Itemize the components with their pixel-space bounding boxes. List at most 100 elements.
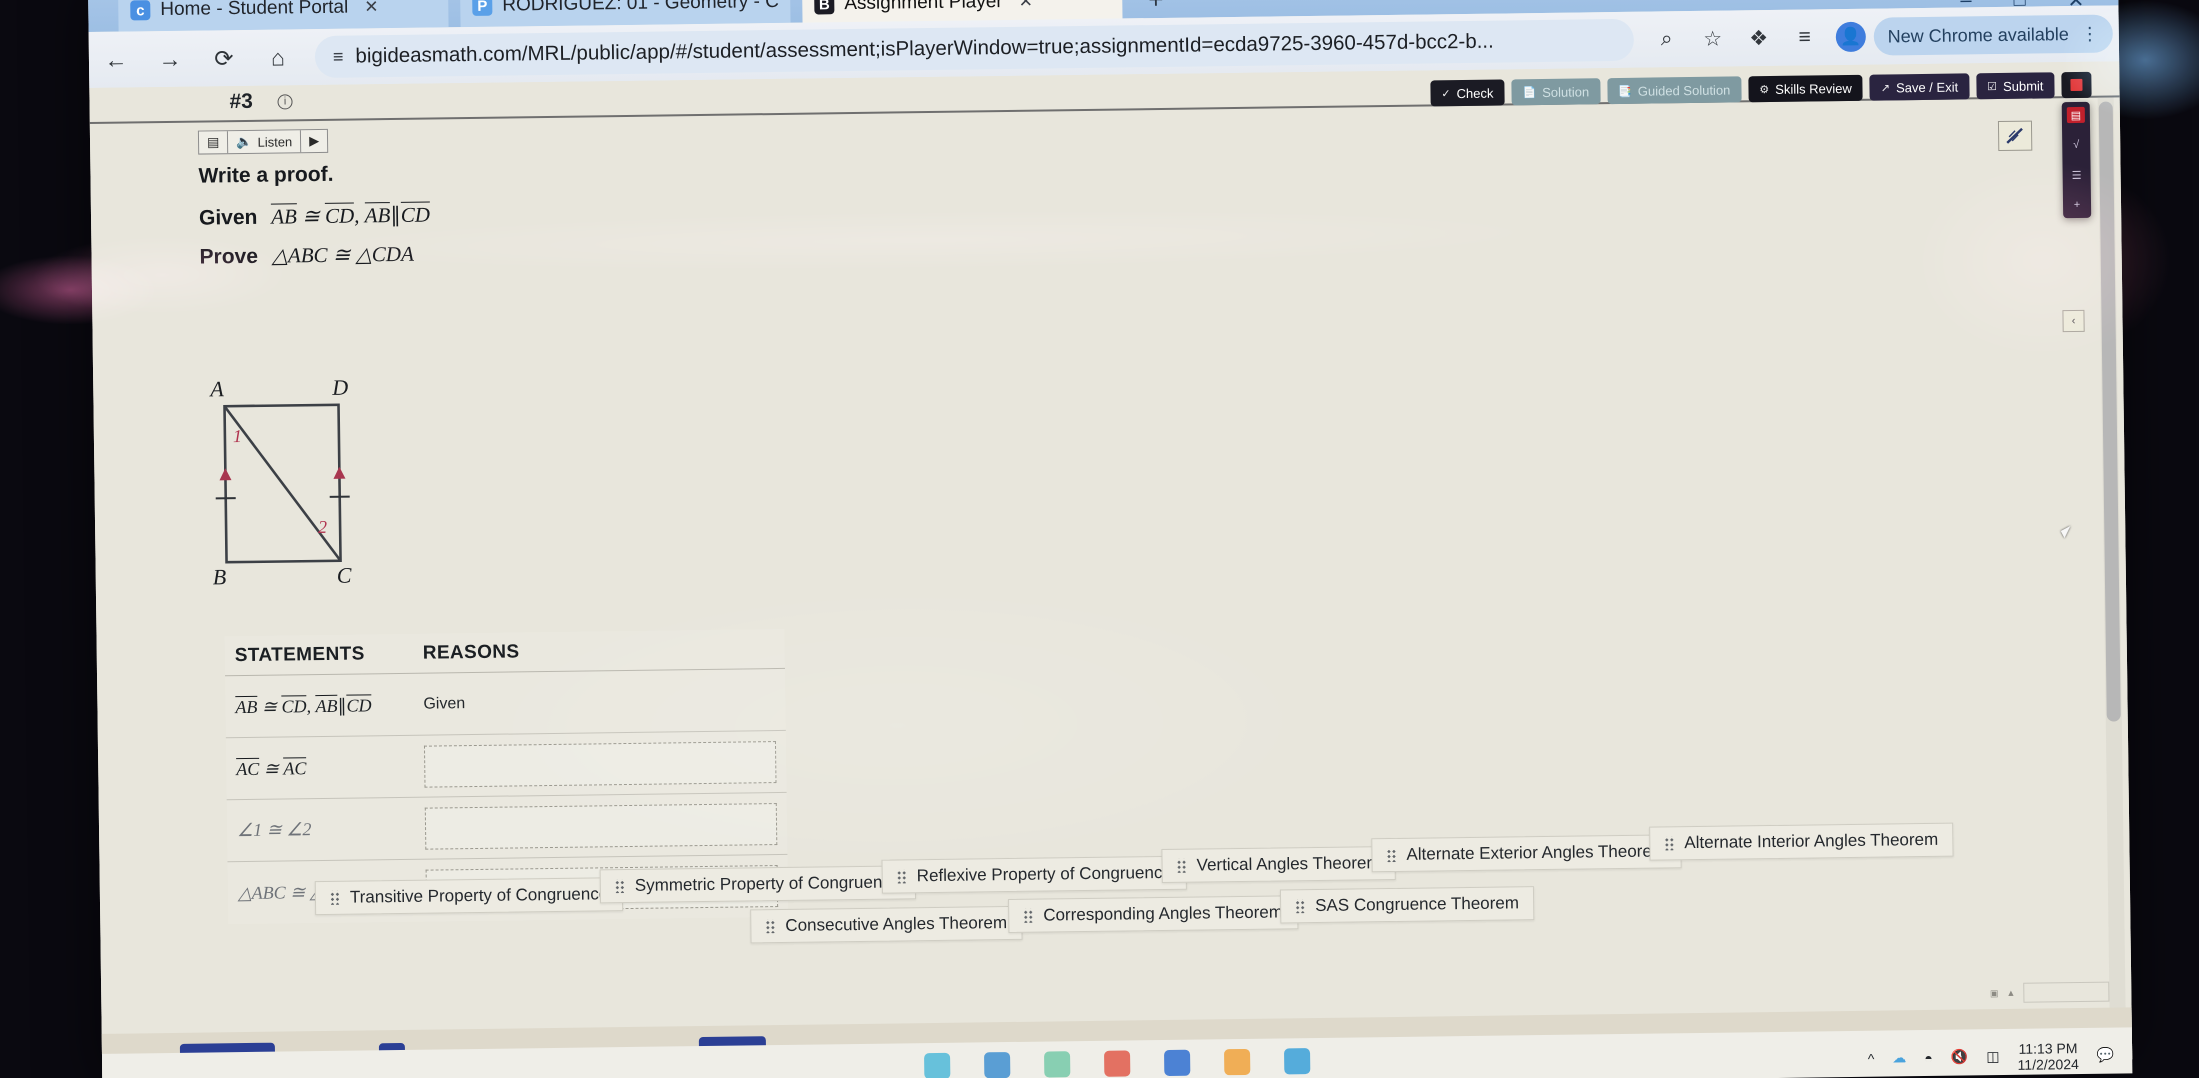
angle-label-2: 2 [317,516,328,538]
reason-dropzone[interactable] [423,740,777,788]
browser-tab-home[interactable]: c Home - Student Portal ✕ [118,0,449,32]
chrome-update-button[interactable]: New Chrome available ⋮ [1873,14,2114,56]
drag-handle-icon[interactable] [1023,908,1034,923]
chevron-up-icon[interactable]: ^ [1868,1051,1875,1067]
taskbar-app-4[interactable] [1104,1050,1131,1077]
chip-label: SAS Congruence Theorem [1315,893,1520,916]
drag-handle-icon[interactable] [896,869,907,884]
solution-button[interactable]: 📄 Solution [1511,78,1601,106]
geometry-figure: A D B C 1 2 [198,375,431,617]
clever-icon: c [130,0,151,21]
reason-dropzone[interactable] [424,802,778,850]
check-button[interactable]: ✓ Check [1430,79,1505,107]
taskbar-app-3[interactable] [1044,1051,1071,1078]
statement-text: AC ≅ AC [236,756,307,779]
home-icon[interactable]: ⌂ [251,35,306,80]
accessibility-icon: ▣ [1989,987,1999,998]
answer-chip-transitive[interactable]: Transitive Property of Congruence [314,877,624,916]
formula-icon[interactable]: √ [2067,137,2085,153]
reason-text: Given [423,694,466,713]
ruler-icon[interactable]: ☰ [2068,167,2086,183]
back-icon[interactable]: ← [89,37,144,82]
given-value: AB ≅ CD, AB∥CD [271,201,431,229]
battery-icon[interactable]: ◫ [1986,1048,1999,1065]
extensions-icon[interactable]: ❖ [1735,17,1782,60]
check-label: Check [1456,85,1494,101]
support-footer: ▣ ▲ [1989,981,2110,1004]
guided-solution-label: Guided Solution [1637,82,1731,99]
drag-handle-icon[interactable] [1295,899,1306,914]
chip-label: Alternate Exterior Angles Theorem [1406,841,1667,864]
volume-muted-icon[interactable]: 🔇 [1951,1049,1969,1066]
close-icon[interactable]: ✕ [364,0,379,17]
guided-solution-button[interactable]: 📑 Guided Solution [1606,76,1742,105]
listen-button[interactable]: 🔈 Listen [228,130,302,154]
check-icon: ✓ [1441,87,1451,100]
search-icon[interactable]: ⌕ [1643,18,1690,61]
answer-chip-vertical-angles[interactable]: Vertical Angles Theorem [1161,845,1396,884]
reload-icon[interactable]: ⟳ [197,36,252,81]
pencil-tool-button[interactable] [1997,120,2033,152]
notification-icon[interactable]: 💬 [2097,1047,2115,1064]
answer-chip-symmetric[interactable]: Symmetric Property of Congruence [599,865,916,904]
vertical-scrollbar[interactable] [2097,97,2126,1026]
avatar: 👤 [1835,21,1866,53]
taskbar-app-1[interactable] [924,1052,951,1078]
listen-menu-icon[interactable]: ▤ [198,131,229,154]
plus-icon[interactable]: + [2068,197,2086,213]
onedrive-icon[interactable]: ☁ [1892,1050,1906,1067]
submit-button[interactable]: ☑ Submit [1975,72,2055,100]
answer-chip-sas-congruence[interactable]: SAS Congruence Theorem [1279,886,1535,924]
drag-handle-icon[interactable] [1386,847,1397,863]
tab-title: RODRIGUEZ: 01 - Geometry - C [502,0,780,16]
photographed-screen: c Home - Student Portal ✕ P RODRIGUEZ: 0… [0,0,2199,1078]
scrollbar-thumb[interactable] [2098,101,2121,722]
taskbar-clock[interactable]: 11:13 PM 11/2/2024 [2017,1040,2079,1073]
given-line: Given AB ≅ CD, AB∥CD [199,201,431,231]
address-bar[interactable]: ≡ bigideasmath.com/MRL/public/app/#/stud… [314,18,1635,79]
new-tab-button[interactable]: + [1148,0,1164,15]
listen-play-icon[interactable]: ▶ [301,130,327,152]
wifi-icon[interactable]: ◓ [1924,1050,1933,1066]
reading-list-icon[interactable]: ≡ [1781,16,1828,59]
tab-title: Assignment Player [844,0,1003,15]
save-exit-label: Save / Exit [1895,79,1959,95]
powerschool-icon: P [472,0,493,16]
drag-handle-icon[interactable] [1176,858,1187,873]
answer-chip-alternate-interior[interactable]: Alternate Interior Angles Theorem [1649,822,1954,861]
update-label: New Chrome available [1887,23,2069,46]
calculator-icon[interactable]: ▤ [2066,106,2085,124]
chip-label: Transitive Property of Congruence [349,884,609,907]
drag-handle-icon[interactable] [329,890,341,905]
taskbar-app-2[interactable] [984,1052,1011,1078]
bookmark-star-icon[interactable]: ☆ [1689,17,1736,60]
kebab-menu-icon[interactable]: ⋮ [2081,23,2099,44]
prove-value: △ABC ≅ △CDA [271,241,414,268]
close-icon[interactable]: ✕ [1019,0,1034,12]
save-exit-button[interactable]: ↗ Save / Exit [1869,73,1970,101]
drag-handle-icon[interactable] [765,919,776,934]
profile-avatar[interactable]: 👤 [1827,16,1874,59]
skills-review-button[interactable]: ⚙ Skills Review [1748,74,1863,103]
answer-chip-corresponding-angles[interactable]: Corresponding Angles Theorem [1008,895,1299,934]
info-icon[interactable]: i [277,94,293,110]
collapse-panel-button[interactable]: ‹ [2062,309,2085,333]
answer-chip-reflexive[interactable]: Reflexive Property of Congruence [881,855,1188,894]
taskbar-app-7[interactable] [1284,1048,1311,1075]
site-settings-icon[interactable]: ≡ [333,46,344,67]
answer-chip-consecutive-angles[interactable]: Consecutive Angles Theorem [750,905,1023,944]
listen-toolbar[interactable]: ▤ 🔈 Listen ▶ [197,128,329,155]
report-icon: ▲ [2006,987,2016,998]
taskbar-app-6[interactable] [1224,1048,1251,1076]
tab-title: Home - Student Portal [160,0,349,21]
drag-handle-icon[interactable] [1664,836,1675,851]
taskbar-app-5[interactable] [1164,1049,1191,1077]
table-row: AB ≅ CD, AB∥CD Given [225,668,786,739]
answer-chip-alternate-exterior[interactable]: Alternate Exterior Angles Theorem [1371,834,1682,873]
forward-icon[interactable]: → [143,37,198,82]
assignment-action-bar: ✓ Check 📄 Solution 📑 Guided Solution ⚙ S… [1430,71,2092,107]
vertex-label-a: A [210,376,224,402]
drag-handle-icon[interactable] [614,879,625,894]
vertex-label-b: B [212,564,227,590]
flag-button[interactable] [2061,71,2092,99]
